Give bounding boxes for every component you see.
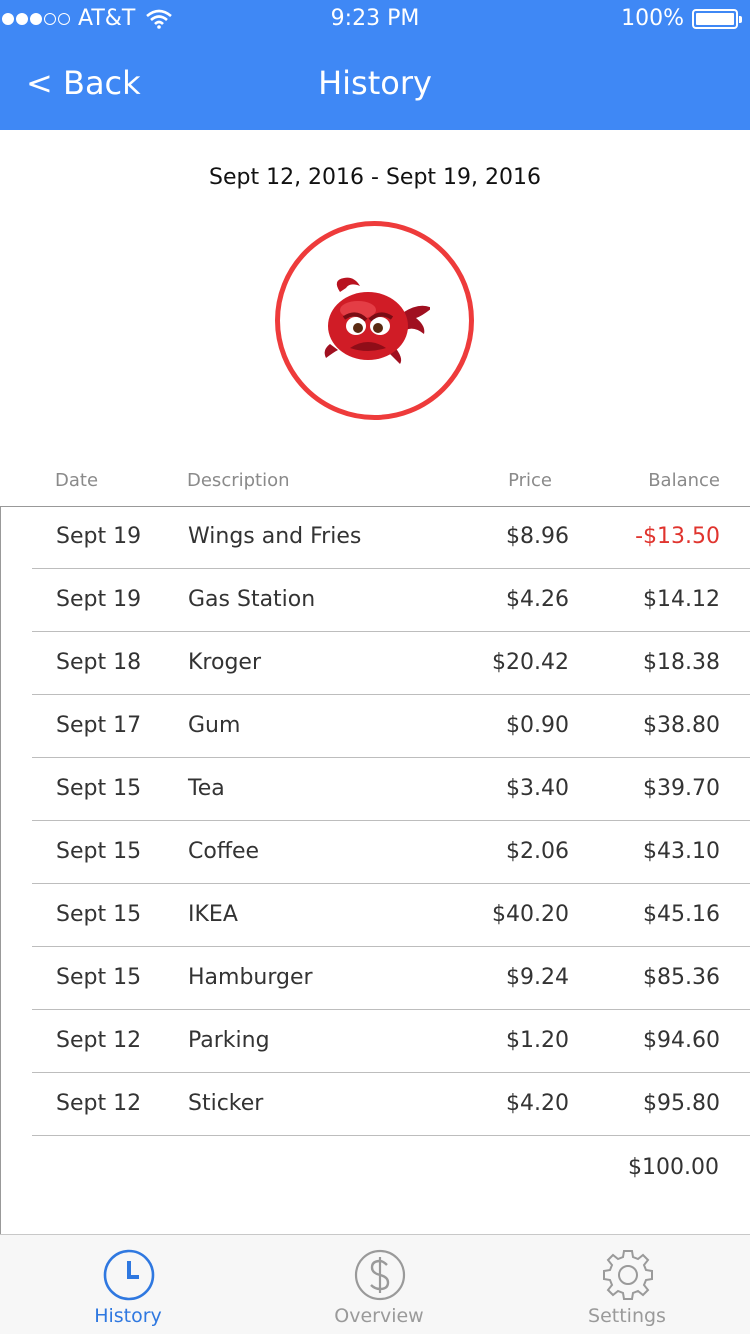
dollar-icon — [354, 1249, 406, 1301]
transaction-description: Gas Station — [188, 587, 316, 612]
transaction-description: Gum — [188, 713, 241, 738]
battery-icon — [692, 8, 742, 29]
avatar — [275, 221, 474, 420]
date-range-label: Sept 12, 2016 - Sept 19, 2016 — [208, 165, 542, 190]
sad-red-bird-icon — [324, 277, 430, 364]
column-header-date: Date — [55, 470, 99, 491]
app-header: AT&T 9:23 PM 100% < Back History — [0, 0, 750, 130]
transactions-table[interactable]: $100.00 Sept 19 Wings and Fries $8.96 -$13.… — [0, 506, 750, 1234]
column-header-price: Price — [508, 470, 552, 491]
transaction-balance: $38.80 — [643, 713, 720, 738]
tab-label: History — [94, 1305, 162, 1327]
tab-bar: History Overview Settings — [0, 1234, 750, 1334]
row-divider — [32, 1135, 750, 1136]
tab-overview[interactable]: Overview — [254, 1235, 504, 1334]
transaction-balance: $95.80 — [643, 1091, 720, 1116]
transaction-date: Sept 15 — [56, 776, 142, 801]
transaction-balance: $85.36 — [643, 965, 720, 990]
table-row[interactable]: Sept 12 Parking $1.20 $94.60 — [1, 1010, 750, 1073]
transaction-date: Sept 15 — [56, 965, 142, 990]
transaction-description: Kroger — [188, 650, 261, 675]
transaction-price: $2.06 — [506, 839, 569, 864]
transaction-date: Sept 19 — [56, 524, 142, 549]
column-header-description: Description — [187, 470, 290, 491]
table-row[interactable]: Sept 19 Wings and Fries $8.96 -$13.50 — [1, 506, 750, 569]
tab-label: Overview — [334, 1305, 424, 1327]
tab-settings[interactable]: Settings — [502, 1235, 750, 1334]
transaction-price: $4.26 — [506, 587, 569, 612]
transaction-date: Sept 12 — [56, 1091, 142, 1116]
transaction-price: $0.90 — [506, 713, 569, 738]
table-row[interactable]: Sept 15 Hamburger $9.24 $85.36 — [1, 947, 750, 1010]
transaction-date: Sept 17 — [56, 713, 142, 738]
clock-icon — [103, 1249, 155, 1301]
transaction-description: Sticker — [188, 1091, 264, 1116]
transaction-balance: $94.60 — [643, 1028, 720, 1053]
transaction-description: IKEA — [188, 902, 238, 927]
table-header: Date Description Price Balance — [0, 468, 750, 496]
status-right: 100% — [621, 6, 742, 31]
table-row[interactable]: Sept 18 Kroger $20.42 $18.38 — [1, 632, 750, 695]
transaction-date: Sept 15 — [56, 839, 142, 864]
transaction-price: $9.24 — [506, 965, 569, 990]
transaction-balance: $18.38 — [643, 650, 720, 675]
table-row[interactable]: Sept 15 IKEA $40.20 $45.16 — [1, 884, 750, 947]
transaction-date: Sept 12 — [56, 1028, 142, 1053]
transaction-price: $8.96 — [506, 524, 569, 549]
transaction-description: Parking — [188, 1028, 270, 1053]
starting-balance: $100.00 — [628, 1155, 719, 1180]
transaction-balance: $45.16 — [643, 902, 720, 927]
battery-percent: 100% — [621, 6, 684, 31]
page-title: History — [318, 64, 432, 102]
table-row[interactable]: Sept 19 Gas Station $4.26 $14.12 — [1, 569, 750, 632]
transaction-balance: $43.10 — [643, 839, 720, 864]
transaction-description: Wings and Fries — [188, 524, 362, 549]
table-row[interactable]: Sept 15 Coffee $2.06 $43.10 — [1, 821, 750, 884]
transaction-price: $20.42 — [492, 650, 569, 675]
transaction-date: Sept 19 — [56, 587, 142, 612]
transaction-date: Sept 18 — [56, 650, 142, 675]
table-row[interactable]: Sept 17 Gum $0.90 $38.80 — [1, 695, 750, 758]
gear-icon — [603, 1250, 653, 1300]
transaction-price: $3.40 — [506, 776, 569, 801]
column-header-balance: Balance — [648, 470, 720, 491]
tab-history[interactable]: History — [3, 1235, 253, 1334]
transaction-price: $40.20 — [492, 902, 569, 927]
transaction-price: $4.20 — [506, 1091, 569, 1116]
transaction-date: Sept 15 — [56, 902, 142, 927]
transaction-balance: $39.70 — [643, 776, 720, 801]
status-bar: AT&T 9:23 PM 100% — [0, 0, 750, 40]
transaction-description: Coffee — [188, 839, 260, 864]
table-row[interactable]: Sept 12 Sticker $4.20 $95.80 — [1, 1073, 750, 1136]
transaction-price: $1.20 — [506, 1028, 569, 1053]
transaction-balance: -$13.50 — [635, 524, 720, 549]
transaction-description: Tea — [188, 776, 225, 801]
transaction-description: Hamburger — [188, 965, 313, 990]
table-row[interactable]: Sept 15 Tea $3.40 $39.70 — [1, 758, 750, 821]
transaction-balance: $14.12 — [643, 587, 720, 612]
tab-label: Settings — [588, 1305, 666, 1327]
